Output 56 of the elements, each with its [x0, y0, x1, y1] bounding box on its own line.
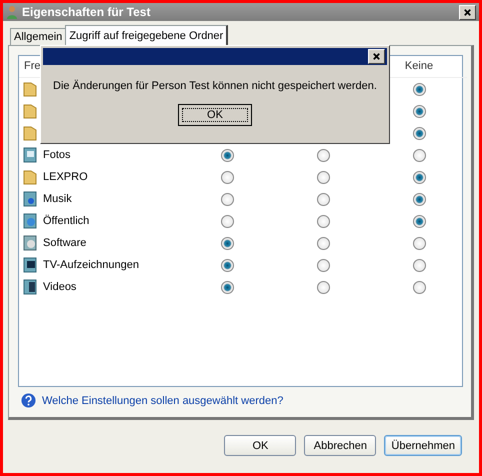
help-icon — [21, 393, 36, 408]
radio-button[interactable] — [412, 258, 426, 272]
folder-icon — [23, 103, 37, 119]
folder-name: Software — [43, 237, 86, 249]
software-folder-icon — [23, 235, 37, 251]
radio-button[interactable] — [220, 214, 234, 228]
radio-button[interactable] — [316, 214, 330, 228]
public-folder-icon — [23, 213, 37, 229]
radio-button[interactable] — [220, 236, 234, 250]
radio-button[interactable] — [316, 280, 330, 294]
close-icon — [463, 8, 472, 16]
radio-button[interactable] — [412, 126, 426, 140]
music-folder-icon — [23, 191, 37, 207]
radio-button[interactable] — [412, 104, 426, 118]
dialog-button[interactable]: Übernehmen — [384, 435, 462, 456]
radio-button[interactable] — [220, 170, 234, 184]
radio-button[interactable] — [412, 192, 426, 206]
help-link[interactable]: Welche Einstellungen sollen ausgewählt werden? — [42, 394, 284, 406]
message-text: Die Änderungen für Person Test können nicht gespeichert werden. — [53, 80, 377, 92]
radio-button[interactable] — [220, 258, 234, 272]
folder-name: Musik — [43, 193, 72, 205]
person-icon — [6, 5, 18, 19]
video-folder-icon — [23, 279, 37, 295]
tv-folder-icon — [23, 257, 37, 273]
folder-name: Öffentlich — [43, 215, 90, 227]
folder-icon — [23, 125, 37, 141]
radio-button[interactable] — [412, 214, 426, 228]
ok-button[interactable]: OK — [178, 104, 252, 126]
folder-name: LEXPRO — [43, 171, 88, 183]
window-title: Eigenschaften für Test — [22, 5, 152, 19]
radio-button[interactable] — [412, 148, 426, 162]
folder-name: Fotos — [43, 149, 71, 161]
folder-name: TV-Aufzeichnungen — [43, 259, 140, 271]
dialog-button[interactable]: Abbrechen — [304, 435, 376, 456]
radio-button[interactable] — [412, 280, 426, 294]
radio-button[interactable] — [316, 236, 330, 250]
radio-button[interactable] — [412, 170, 426, 184]
tab[interactable]: Zugriff auf freigegebene Ordner — [65, 25, 228, 45]
radio-button[interactable] — [316, 192, 330, 206]
radio-button[interactable] — [316, 148, 330, 162]
folder-icon — [23, 81, 37, 97]
radio-button[interactable] — [220, 192, 234, 206]
folder-name: Videos — [43, 281, 76, 293]
pictures-folder-icon — [23, 147, 37, 163]
radio-button[interactable] — [412, 236, 426, 250]
radio-button[interactable] — [220, 148, 234, 162]
radio-button[interactable] — [220, 280, 234, 294]
radio-button[interactable] — [412, 82, 426, 96]
tab[interactable]: Allgemein — [10, 28, 66, 45]
close-icon — [372, 52, 381, 61]
radio-button[interactable] — [316, 258, 330, 272]
radio-button[interactable] — [316, 170, 330, 184]
close-button[interactable] — [368, 49, 385, 64]
dialog-button[interactable]: OK — [224, 435, 296, 456]
folder-icon — [23, 169, 37, 185]
close-button[interactable] — [459, 4, 476, 20]
